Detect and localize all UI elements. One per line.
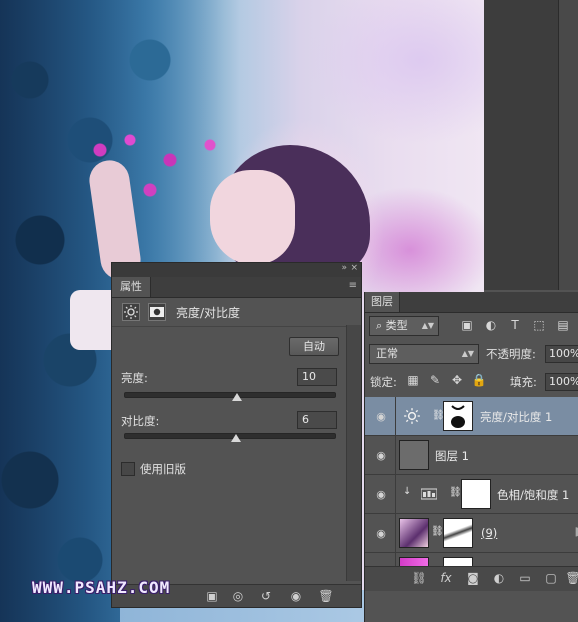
- layer-row[interactable]: ◉ ↓ ⛓ 色相/饱和度 1: [365, 475, 578, 514]
- lock-paint-icon[interactable]: ✎: [427, 373, 443, 387]
- workspace-scrollbar[interactable]: [558, 0, 578, 290]
- layers-panel: 图层 ⌕ 类型 ▲▼ ▣ ◐ T ⬚ ▤ 正常 ▲▼ 不透明度: 100% 锁定…: [364, 292, 578, 622]
- lock-position-icon[interactable]: ✥: [449, 373, 465, 387]
- fill-input[interactable]: 100%: [545, 373, 578, 391]
- properties-tabrow: 属性 ≡: [112, 277, 361, 298]
- brightness-contrast-icon: [403, 407, 421, 429]
- contrast-slider-track[interactable]: [124, 433, 336, 439]
- lock-all-icon[interactable]: 🔒: [471, 373, 487, 387]
- tab-layers[interactable]: 图层: [365, 292, 400, 312]
- layer-name: 亮度/对比度 1: [480, 410, 553, 424]
- layer-mask-thumbnail[interactable]: [443, 401, 473, 431]
- eye-icon[interactable]: ◉: [373, 449, 389, 462]
- layers-tabrow: 图层: [365, 292, 578, 313]
- filter-smart-object-icon[interactable]: ▤: [555, 318, 571, 332]
- layer-name: (9): [481, 526, 498, 540]
- brightness-slider-track[interactable]: [124, 392, 336, 398]
- layer-visibility[interactable]: ◉: [365, 514, 396, 552]
- eye-icon[interactable]: ◉: [373, 410, 389, 423]
- properties-scrollbar[interactable]: [346, 325, 361, 581]
- properties-panel-titlebar[interactable]: » ×: [112, 263, 361, 277]
- layer-row[interactable]: ◉ ⛓ (9) ◗: [365, 514, 578, 553]
- filter-adjustment-icon[interactable]: ◐: [483, 318, 499, 332]
- contrast-slider-thumb[interactable]: [231, 434, 241, 442]
- delete-layer-icon[interactable]: 🗑: [565, 570, 578, 586]
- trash-icon[interactable]: 🗑: [318, 588, 334, 604]
- adjustment-layer-icon[interactable]: ◐: [491, 570, 507, 586]
- layer-visibility[interactable]: ◉: [365, 397, 396, 435]
- chain-link-icon[interactable]: ⛓: [431, 526, 444, 537]
- legacy-checkbox[interactable]: [121, 462, 135, 476]
- hue-saturation-icon: [420, 486, 438, 505]
- layer-visibility[interactable]: [365, 553, 396, 567]
- opacity-input[interactable]: 100%: [545, 345, 578, 363]
- layer-mask-thumbnail[interactable]: [461, 479, 491, 509]
- layer-visibility[interactable]: ◉: [365, 475, 396, 513]
- view-previous-state-icon[interactable]: ◎: [230, 588, 246, 604]
- properties-panel: » × 属性 ≡ 亮度/对比度 自动 亮度: 10 对比度: 6 使用旧版 ▣ …: [111, 262, 362, 608]
- layer-name: 色相/饱和度 1: [497, 488, 570, 502]
- chevron-updown-icon: ▲▼: [421, 321, 434, 330]
- legacy-label: 使用旧版: [140, 462, 186, 476]
- layer-name: 图层 1: [435, 449, 469, 463]
- opacity-label: 不透明度:: [486, 347, 536, 361]
- eye-icon[interactable]: ◉: [373, 488, 389, 501]
- brightness-input[interactable]: 10: [297, 368, 337, 386]
- close-panel-icon[interactable]: ×: [350, 263, 358, 273]
- clip-to-layer-icon[interactable]: ▣: [204, 588, 220, 604]
- add-mask-icon[interactable]: ◙: [465, 570, 481, 586]
- eye-icon[interactable]: ◉: [373, 527, 389, 540]
- filter-shape-icon[interactable]: ⬚: [531, 318, 547, 332]
- filter-pixel-icon[interactable]: ▣: [459, 318, 475, 332]
- filter-kind-select[interactable]: ⌕ 类型 ▲▼: [369, 316, 439, 336]
- contrast-input[interactable]: 6: [297, 411, 337, 429]
- visibility-icon[interactable]: ◉: [288, 588, 304, 604]
- canvas-face: [210, 170, 295, 265]
- layer-thumbnail[interactable]: [399, 518, 429, 548]
- layer-visibility[interactable]: ◉: [365, 436, 396, 474]
- fill-label: 填充:: [510, 375, 537, 389]
- adjustment-title: 亮度/对比度: [176, 306, 241, 320]
- filter-kind-value: 类型: [385, 319, 408, 332]
- link-layers-icon[interactable]: ⛓: [411, 570, 427, 586]
- auto-button[interactable]: 自动: [289, 337, 339, 356]
- chain-link-icon[interactable]: ⛓: [449, 487, 462, 498]
- new-group-icon[interactable]: ▭: [517, 570, 533, 586]
- clipping-arrow-icon: ↓: [403, 486, 412, 497]
- contrast-label: 对比度:: [121, 414, 160, 428]
- blend-mode-select[interactable]: 正常 ▲▼: [369, 344, 479, 364]
- collapse-panel-icon[interactable]: »: [341, 263, 347, 273]
- layer-row[interactable]: ◉ 图层 1: [365, 436, 578, 475]
- properties-header: 亮度/对比度: [112, 298, 361, 327]
- fx-icon[interactable]: fx: [438, 570, 454, 586]
- tab-properties[interactable]: 属性: [112, 277, 151, 297]
- lock-transparent-icon[interactable]: ▦: [405, 373, 421, 387]
- layer-mask-thumbnail[interactable]: [443, 518, 473, 548]
- workspace-gutter: [484, 0, 578, 290]
- layer-mask-icon[interactable]: [148, 303, 166, 321]
- watermark: WWW.PSAHZ.COM: [32, 578, 171, 597]
- filter-type-icon[interactable]: T: [507, 318, 523, 332]
- new-layer-icon[interactable]: ▢: [543, 570, 559, 586]
- brightness-contrast-icon[interactable]: [122, 303, 140, 321]
- chevron-updown-icon: ▲▼: [461, 349, 474, 358]
- layer-row-partial[interactable]: [365, 553, 578, 567]
- blend-mode-value: 正常: [376, 347, 398, 360]
- layers-bottombar: ⛓ fx ◙ ◐ ▭ ▢ 🗑: [365, 566, 578, 591]
- panel-menu-icon[interactable]: ≡: [349, 280, 357, 291]
- layer-thumbnail[interactable]: [399, 440, 429, 470]
- layer-row[interactable]: ◉ ⛓ 亮度/对比度 1: [365, 397, 578, 436]
- brightness-label: 亮度:: [121, 371, 148, 385]
- brightness-slider-thumb[interactable]: [232, 393, 242, 401]
- lock-label: 锁定:: [370, 375, 397, 389]
- reset-icon[interactable]: ↺: [258, 588, 274, 604]
- search-icon: ⌕: [376, 319, 386, 332]
